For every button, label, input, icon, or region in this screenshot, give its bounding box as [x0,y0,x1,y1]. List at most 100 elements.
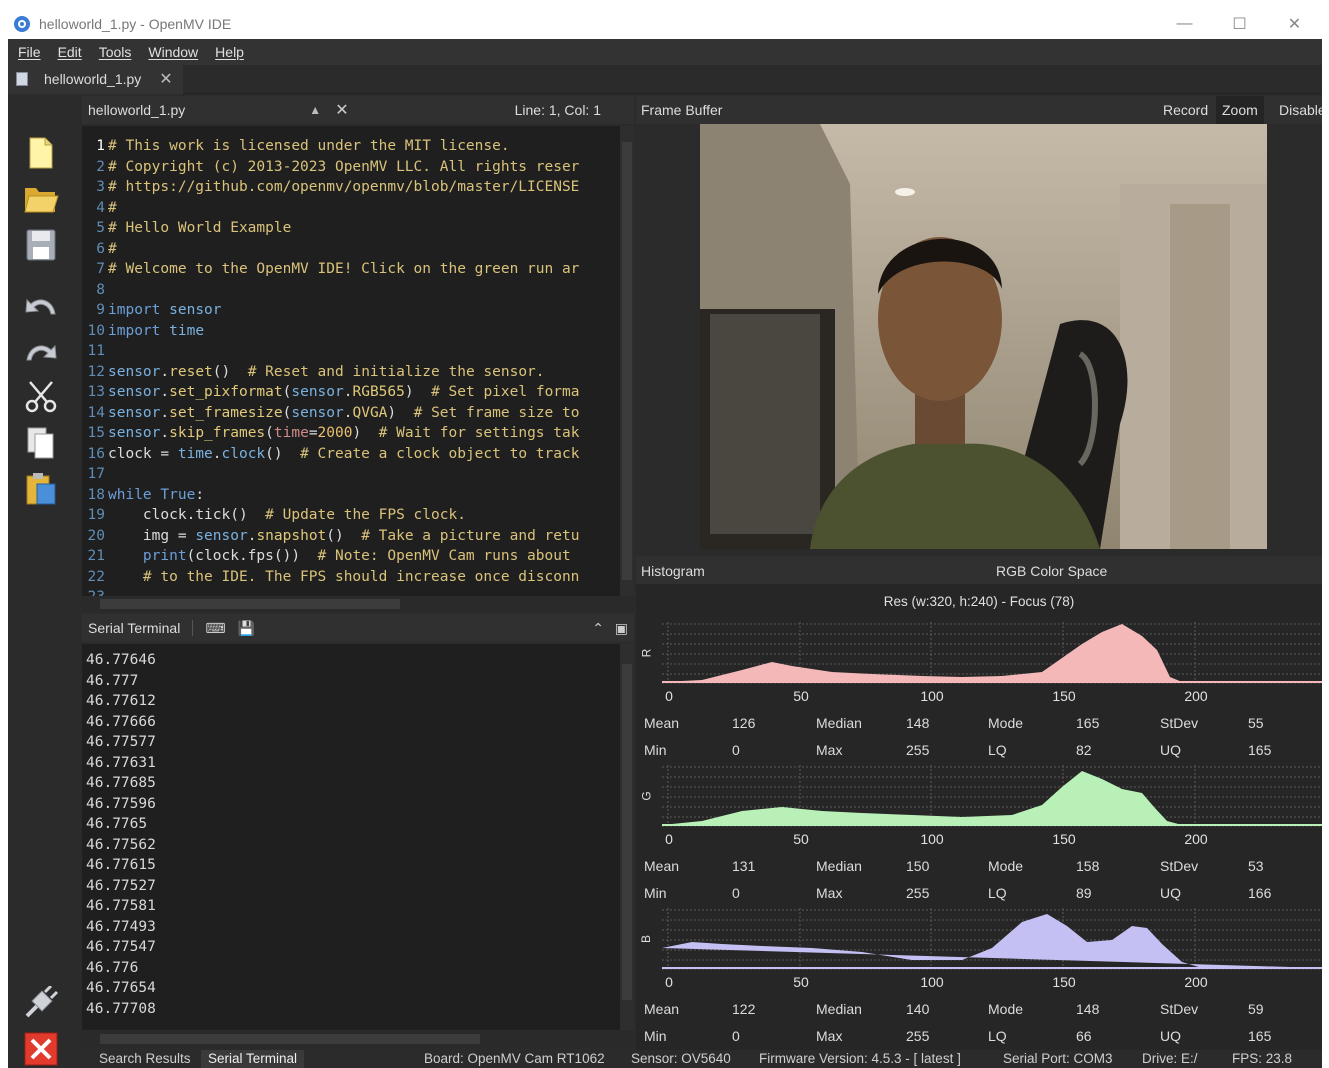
collapse-terminal-icon[interactable]: ⌃ [592,620,604,637]
terminal-horizontal-scrollbar[interactable] [82,1030,634,1048]
line-number: 3 [96,179,105,195]
code-line[interactable]: 21 print(clock.fps()) # Note: OpenMV Cam… [82,546,571,566]
code-line[interactable]: 17 [82,464,108,484]
code-token: print [142,548,187,564]
code-token: time [177,445,213,462]
cut-button[interactable] [22,378,60,416]
code-line[interactable]: 6 # [82,239,116,259]
color-space-selector[interactable]: RGB Color Space [996,563,1107,579]
close-document-icon[interactable]: ✕ [335,100,348,120]
line-number: 5 [96,220,105,236]
save-file-button[interactable] [22,226,60,264]
code-line[interactable]: 3 # https://github.com/openmv/openmv/blob… [82,177,579,197]
editor-vertical-scrollbar[interactable] [620,126,634,596]
menu-file[interactable]: File [18,44,41,60]
menu-tools[interactable]: Tools [99,44,132,60]
open-file-button[interactable] [22,180,60,218]
search-results-tab[interactable]: Search Results [92,1050,198,1068]
app-window: helloworld_1.py - OpenMV IDE — ☐ ✕ File … [8,8,1322,1068]
stop-button[interactable] [22,1030,60,1068]
close-window-button[interactable]: ✕ [1267,8,1322,39]
menu-help[interactable]: Help [215,44,244,60]
stat-label: LQ [988,885,1007,901]
terminal-line: 46.77527 [86,877,156,894]
save-terminal-icon[interactable]: 💾 [238,620,255,637]
terminal-line: 46.77708 [86,1000,156,1017]
serial-terminal-output[interactable]: 46.77646 46.777 46.77612 46.77666 46.77577 46… [82,644,620,1030]
stat-label: Max [816,1028,843,1044]
stat-label: Mode [988,715,1024,731]
code-line[interactable]: 12 sensor.reset() # Reset and initialize … [82,362,545,382]
code-line[interactable]: 10 import time [82,321,205,341]
code-token: # https://github.com/openmv/openmv/blob/… [108,179,580,195]
code-line[interactable]: 16 clock = time.clock() # Create a clock … [82,444,580,464]
code-line[interactable]: 15 sensor.skip_frames(time=2000) # Wait f… [82,423,580,443]
line-number: 17 [87,466,105,482]
code-line[interactable]: 1 # This work is licensed under the MIT l… [82,136,510,156]
code-line[interactable]: 5 # Hello World Example [82,218,291,238]
code-token: . [160,425,170,441]
paste-button[interactable] [22,470,60,508]
terminal-vertical-scrollbar[interactable] [620,644,634,1030]
close-tab-icon[interactable]: ✕ [159,69,172,89]
editor-horizontal-scrollbar[interactable] [82,596,634,612]
line-number: 18 [87,486,105,503]
record-button[interactable]: Record [1157,96,1214,124]
copy-button[interactable] [22,424,60,462]
menu-edit[interactable]: Edit [58,44,82,60]
code-line[interactable]: 8 [82,280,108,300]
code-line[interactable]: 13 sensor.set_pixformat(sensor.RGB565) # … [82,382,580,402]
minimize-button[interactable]: — [1157,8,1212,39]
zoom-button[interactable]: Zoom [1216,96,1264,124]
code-line[interactable]: 7 # Welcome to the OpenMV IDE! Click on t… [82,259,579,279]
file-tab-bar: helloworld_1.py ✕ [8,64,1322,94]
code-line[interactable]: 4 # [82,198,116,218]
code-line[interactable]: 20 img = sensor.snapshot() # Take a pict… [82,526,580,546]
cursor-position: Line: 1, Col: 1 [514,102,601,118]
stat-value: 0 [732,885,740,901]
terminal-line: 46.77493 [86,918,156,935]
stat-label: LQ [988,742,1007,758]
undo-button[interactable] [22,286,60,324]
clear-terminal-icon[interactable]: ⌨ [205,620,225,637]
connect-button[interactable] [22,984,60,1022]
code-token: QVGA [352,404,388,421]
code-token: ( [265,425,274,441]
stat-label: Min [644,885,667,901]
new-file-button[interactable] [22,134,60,172]
code-token: = [308,425,318,441]
code-line[interactable]: 22 # to the IDE. The FPS should increase… [82,567,580,587]
terminal-line: 46.77615 [86,857,156,873]
code-editor[interactable]: 1 # This work is licensed under the MIT l… [82,126,620,596]
code-token: # Reset and initialize the sensor. [247,363,545,380]
code-line[interactable]: 11 [82,341,108,361]
code-line[interactable]: 19 clock.tick() # Update the FPS clock. [82,505,466,525]
firmware-info[interactable]: Firmware Version: 4.5.3 - [ latest ] [759,1051,961,1066]
file-tab-helloworld[interactable]: helloworld_1.py ✕ [8,64,183,94]
scissors-icon [25,381,57,413]
drive-info[interactable]: Drive: E:/ [1142,1051,1198,1066]
serial-terminal-tab[interactable]: Serial Terminal [201,1050,305,1068]
terminal-line: 46.77612 [86,693,156,709]
stat-value: 255 [906,1028,930,1044]
redo-button[interactable] [22,332,60,370]
maximize-terminal-icon[interactable]: ▣ [615,620,628,637]
terminal-line: 46.77547 [86,939,156,955]
line-number: 21 [87,548,105,564]
file-switch-icon[interactable]: ▲ [309,103,321,117]
stat-label: Mean [644,715,680,731]
menu-window[interactable]: Window [148,44,198,60]
line-number: 15 [87,425,105,441]
code-line[interactable]: 18 while True: [82,485,205,505]
code-line[interactable]: 23 [82,587,108,596]
disable-button[interactable]: Disable [1273,96,1322,124]
stat-label: Mean [644,858,680,874]
undo-icon [25,298,56,315]
maximize-button[interactable]: ☐ [1212,8,1267,39]
code-line[interactable]: 14 sensor.set_framesize(sensor.QVGA) # Se… [82,403,580,423]
code-token: . [212,445,222,462]
code-line[interactable]: 2 # Copyright (c) 2013-2023 OpenMV LLC. A… [82,157,579,177]
code-line[interactable]: 9 import sensor [82,300,221,320]
editor-filename[interactable]: helloworld_1.py [88,102,185,118]
code-token: # This work is licensed under the MIT li… [108,138,510,154]
